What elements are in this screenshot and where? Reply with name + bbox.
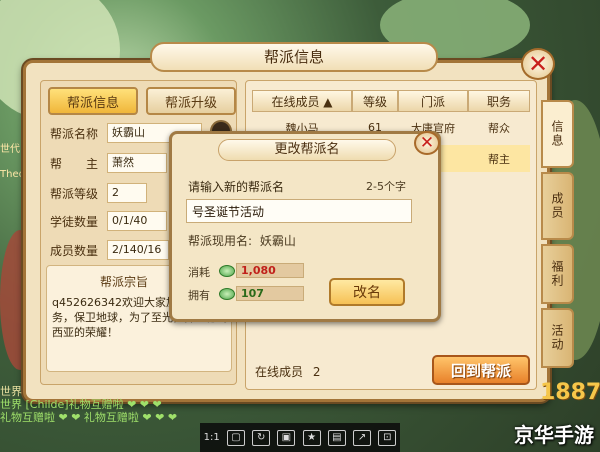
zoom-1-1-button[interactable]: 1:1 [204, 430, 220, 446]
guild-level-value: 2 [107, 183, 147, 203]
member-role: 帮主 [488, 152, 510, 166]
close-icon: ✕ [527, 50, 549, 78]
side-tab-info[interactable]: 信息 [541, 100, 574, 168]
rotate-icon[interactable]: ↻ [252, 429, 271, 446]
crop-icon[interactable]: ⊡ [378, 429, 397, 446]
window-title: 帮派信息 [150, 42, 438, 72]
rename-button[interactable]: 改名 [329, 278, 405, 306]
online-label: 在线成员 [255, 365, 304, 379]
side-tab-welfare[interactable]: 福利 [541, 244, 574, 304]
dialog-close-button[interactable]: ✕ [414, 131, 440, 155]
side-tab-members[interactable]: 成员 [541, 172, 574, 240]
jade-coin-icon [219, 265, 235, 277]
chat-line: 世界 [0, 385, 22, 398]
side-tab-events[interactable]: 活动 [541, 308, 574, 368]
col-level[interactable]: 等级 [352, 90, 398, 112]
new-name-input[interactable] [186, 199, 412, 223]
owned-label: 拥有 [188, 289, 210, 302]
close-window-button[interactable]: ✕ [521, 48, 555, 80]
current-name-label: 帮派现用名: [188, 234, 253, 248]
guild-leader-value: 萧然 [107, 153, 167, 173]
online-count: 2 [312, 365, 321, 379]
col-online-member[interactable]: 在线成员 ▲ [252, 90, 352, 112]
share-icon[interactable]: ↗ [353, 429, 372, 446]
field-label-members: 成员数量 [50, 244, 99, 258]
col-role[interactable]: 职务 [468, 90, 530, 112]
jade-coin-icon [219, 288, 235, 300]
field-label-level: 帮派等级 [50, 187, 99, 201]
member-role: 帮众 [488, 121, 510, 135]
member-count-value: 2/140/16 [107, 240, 169, 260]
site-logo: 1887 [540, 380, 600, 405]
tab-guild-upgrade[interactable]: 帮派升级 [146, 87, 236, 115]
dialog-title: 更改帮派名 [218, 139, 396, 161]
online-count-row: 在线成员 2 [255, 363, 320, 380]
field-label-name: 帮派名称 [50, 127, 99, 141]
save-icon[interactable]: ▣ [277, 429, 296, 446]
watermark: 京华手游 [514, 423, 594, 447]
chat-line: 世界 [Childe]礼物互赠啦 ❤ ❤ ❤ [0, 398, 162, 411]
tab-guild-info[interactable]: 帮派信息 [48, 87, 138, 115]
motto-title: 帮派宗旨 [100, 275, 149, 289]
chat-log: 世界 世界 [Childe]礼物互赠啦 ❤ ❤ ❤ 礼物互赠啦 ❤ ❤ 礼物互赠… [0, 385, 205, 452]
field-label-leader: 帮 主 [50, 157, 99, 171]
col-school[interactable]: 门派 [398, 90, 468, 112]
viewer-toolbar: 1:1 ▢ ↻ ▣ ★ ▤ ↗ ⊡ [200, 423, 400, 452]
current-name-value: 妖霸山 [259, 234, 296, 248]
rename-prompt: 请输入新的帮派名 [188, 180, 285, 194]
apprentice-count-value: 0/1/40 [107, 211, 167, 231]
back-to-guild-button[interactable]: 回到帮派 [432, 355, 530, 385]
gallery-icon[interactable]: ▤ [327, 429, 346, 446]
fit-icon[interactable]: ▢ [226, 429, 245, 446]
cost-value: 1,080 [236, 263, 304, 278]
favorite-icon[interactable]: ★ [302, 429, 321, 446]
cost-label: 消耗 [188, 266, 210, 279]
current-name-row: 帮派现用名: 妖霸山 [188, 232, 296, 249]
close-icon: ✕ [419, 133, 435, 153]
field-label-apprentices: 学徒数量 [50, 215, 99, 229]
chat-line: 礼物互赠啦 ❤ ❤ 礼物互赠啦 ❤ ❤ ❤ [0, 411, 178, 424]
owned-value: 107 [236, 286, 304, 301]
member-table-header: 在线成员 ▲ 等级 门派 职务 [252, 90, 530, 112]
length-hint: 2-5个字 [366, 180, 406, 193]
